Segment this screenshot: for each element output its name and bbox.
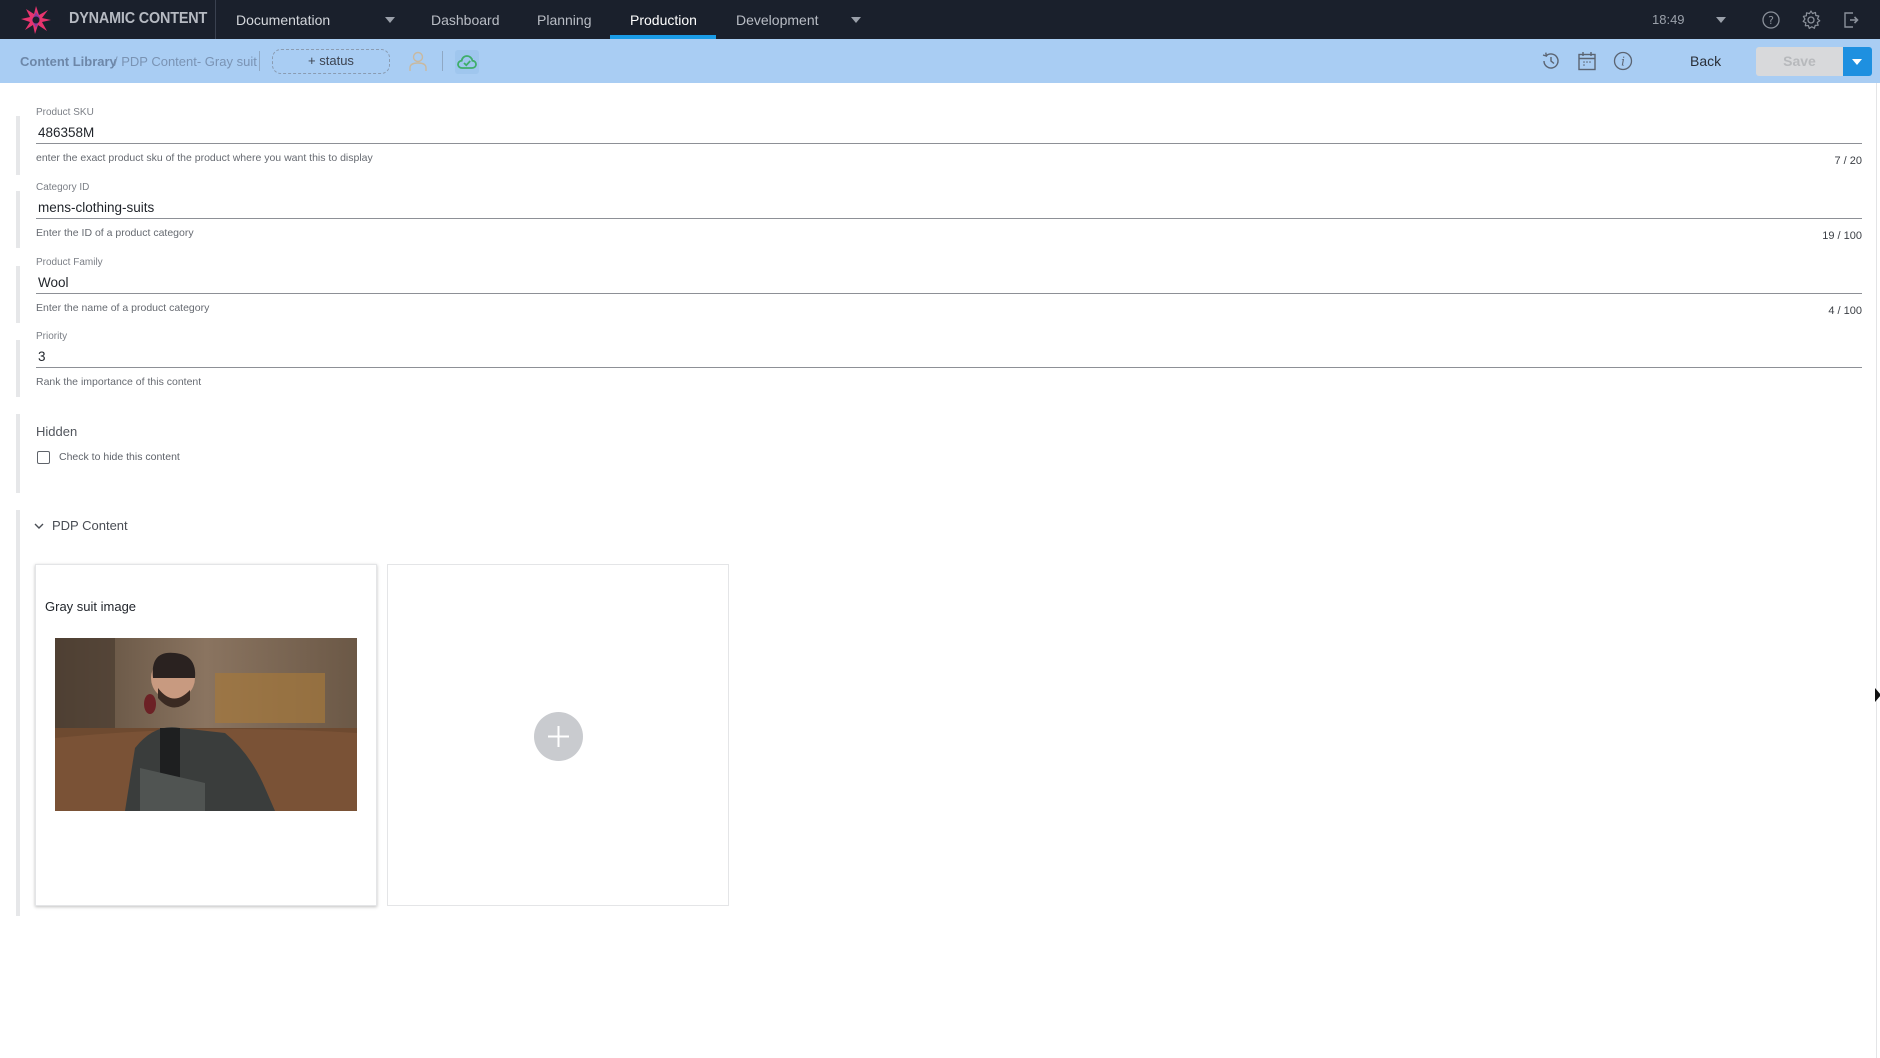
tab-production[interactable]: Production	[630, 12, 697, 28]
svg-text:?: ?	[1768, 14, 1774, 27]
priority-hint: Rank the importance of this content	[36, 376, 202, 388]
plus-icon	[548, 726, 569, 747]
clock-dropdown-icon[interactable]	[1716, 17, 1726, 23]
cloud-check-icon	[457, 55, 477, 69]
category-id-hint: Enter the ID of a product category	[36, 227, 194, 239]
product-sku-input[interactable]	[38, 125, 1738, 140]
card-title: Gray suit image	[45, 599, 137, 614]
field-underline	[36, 143, 1862, 144]
product-sku-hint: enter the exact product sku of the produ…	[36, 152, 373, 164]
content-toolbar: Content Library / PDP Content- Gray suit…	[0, 39, 1880, 83]
chevron-down-icon	[34, 523, 44, 529]
back-button[interactable]: Back	[1690, 53, 1721, 69]
save-button[interactable]: Save	[1756, 47, 1843, 76]
field-section-bar	[16, 191, 20, 248]
breadcrumb-current-item: / PDP Content- Gray suit	[114, 54, 257, 69]
tab-dashboard[interactable]: Dashboard	[431, 12, 500, 28]
save-options-button[interactable]	[1843, 47, 1872, 76]
pdp-content-title: PDP Content	[52, 518, 128, 533]
svg-text:i: i	[1621, 55, 1625, 69]
toolbar-divider	[442, 51, 443, 71]
brand-name: DYNAMIC CONTENT	[69, 10, 208, 27]
add-content-button[interactable]	[534, 712, 583, 761]
tab-planning[interactable]: Planning	[537, 12, 592, 28]
clock: 18:49	[1652, 12, 1685, 27]
field-underline	[36, 218, 1862, 219]
top-nav: DYNAMIC CONTENT Documentation Dashboard …	[0, 0, 1880, 39]
photo-placeholder	[55, 638, 357, 811]
history-icon[interactable]	[1539, 49, 1563, 73]
breadcrumb-content-library[interactable]: Content Library	[20, 54, 117, 69]
info-icon[interactable]: i	[1611, 49, 1635, 73]
nav-divider	[215, 0, 216, 39]
category-id-char-count: 19 / 100	[1822, 230, 1862, 242]
field-underline	[36, 293, 1862, 294]
add-status-button[interactable]: + status	[272, 49, 390, 74]
assign-user-icon[interactable]	[406, 49, 430, 73]
toolbar-divider	[259, 51, 260, 71]
gray-suit-image	[55, 638, 357, 811]
product-family-char-count: 4 / 100	[1828, 305, 1862, 317]
field-section-bar	[16, 340, 20, 397]
product-sku-label: Product SKU	[36, 107, 94, 118]
content-card[interactable]: Gray suit image	[35, 564, 377, 906]
category-id-label: Category ID	[36, 182, 90, 193]
mouse-cursor	[1875, 688, 1880, 702]
hide-content-label[interactable]: Check to hide this content	[59, 451, 180, 463]
settings-gear-icon[interactable]	[1800, 9, 1822, 31]
development-dropdown-icon[interactable]	[851, 17, 861, 23]
sync-status[interactable]	[455, 50, 479, 74]
field-section-bar	[16, 116, 20, 175]
hub-dropdown-icon[interactable]	[385, 17, 395, 23]
hub-selector[interactable]: Documentation	[236, 12, 330, 28]
tab-development[interactable]: Development	[736, 12, 819, 28]
sign-out-icon[interactable]	[1840, 9, 1862, 31]
scrollbar-track[interactable]	[1876, 83, 1877, 1058]
field-underline	[36, 367, 1862, 368]
add-content-card[interactable]	[387, 564, 729, 906]
calendar-icon[interactable]	[1575, 49, 1599, 73]
help-icon[interactable]: ?	[1760, 9, 1782, 31]
category-id-input[interactable]	[38, 200, 1738, 215]
field-section-bar	[16, 414, 20, 493]
chevron-down-icon	[1852, 59, 1862, 65]
field-section-bar	[16, 266, 20, 323]
field-section-bar	[16, 510, 20, 916]
hidden-title: Hidden	[36, 424, 78, 439]
hide-content-checkbox[interactable]	[37, 451, 50, 464]
product-sku-char-count: 7 / 20	[1834, 155, 1862, 167]
priority-label: Priority	[36, 331, 68, 342]
dynamic-content-logo	[21, 6, 51, 34]
pdp-content-section-toggle[interactable]: PDP Content	[34, 518, 128, 533]
product-family-label: Product Family	[36, 257, 103, 268]
product-family-input[interactable]	[38, 275, 1738, 290]
priority-input[interactable]	[38, 349, 1738, 364]
product-family-hint: Enter the name of a product category	[36, 302, 210, 314]
